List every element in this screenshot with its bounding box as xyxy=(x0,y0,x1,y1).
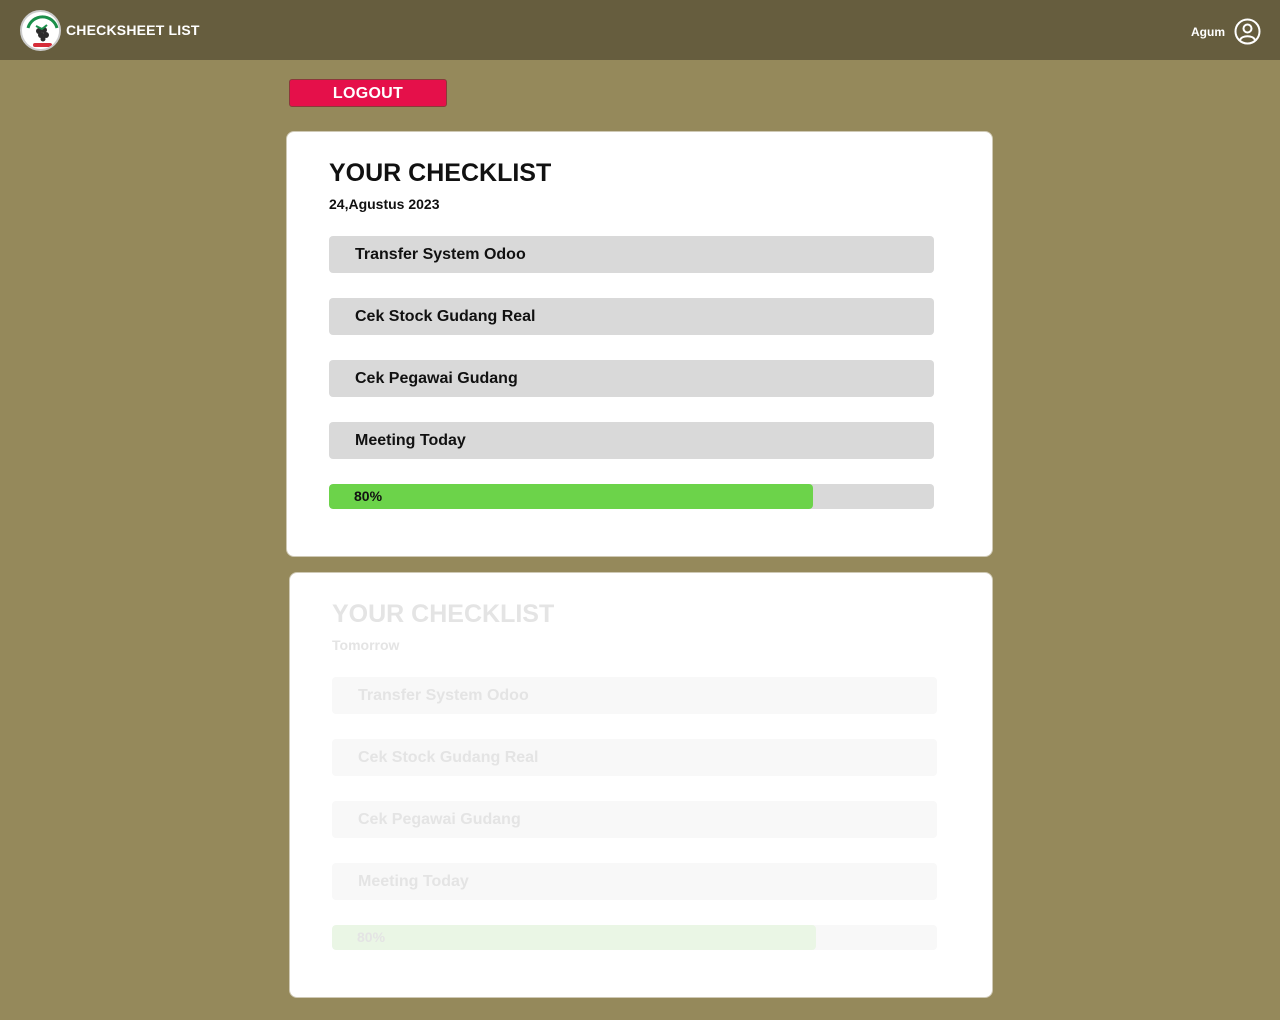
username-label[interactable]: Agum xyxy=(1191,25,1225,39)
checklist-item[interactable]: Cek Pegawai Gudang xyxy=(329,360,934,397)
checklist-item: Cek Stock Gudang Real xyxy=(332,739,937,776)
logout-button[interactable]: LOGOUT xyxy=(289,79,447,107)
progress-bar: 80% xyxy=(332,925,937,950)
checklist-card-today: YOUR CHECKLIST 24,Agustus 2023 Transfer … xyxy=(286,131,993,557)
checklist-item[interactable]: Cek Stock Gudang Real xyxy=(329,298,934,335)
progress-bar: 80% xyxy=(329,484,934,509)
progress-label: 80% xyxy=(354,488,383,504)
checklist-item: Transfer System Odoo xyxy=(332,677,937,714)
user-circle-icon[interactable] xyxy=(1234,18,1261,45)
checklist-title: YOUR CHECKLIST xyxy=(329,159,552,187)
checklist-item[interactable]: Meeting Today xyxy=(329,422,934,459)
checklist-card-tomorrow: YOUR CHECKLIST Tomorrow Transfer System … xyxy=(289,572,993,998)
progress-fill xyxy=(329,484,813,509)
checklist-title: YOUR CHECKLIST xyxy=(332,600,555,628)
checklist-date: 24,Agustus 2023 xyxy=(329,196,440,212)
progress-label: 80% xyxy=(357,929,386,945)
checklist-item: Meeting Today xyxy=(332,863,937,900)
checklist-item[interactable]: Transfer System Odoo xyxy=(329,236,934,273)
checklist-item: Cek Pegawai Gudang xyxy=(332,801,937,838)
app-title: CHECKSHEET LIST xyxy=(66,22,200,38)
progress-fill xyxy=(332,925,816,950)
brand-logo-icon[interactable] xyxy=(20,10,61,51)
top-navbar: CHECKSHEET LIST Agum xyxy=(0,0,1280,60)
checklist-date: Tomorrow xyxy=(332,637,400,653)
